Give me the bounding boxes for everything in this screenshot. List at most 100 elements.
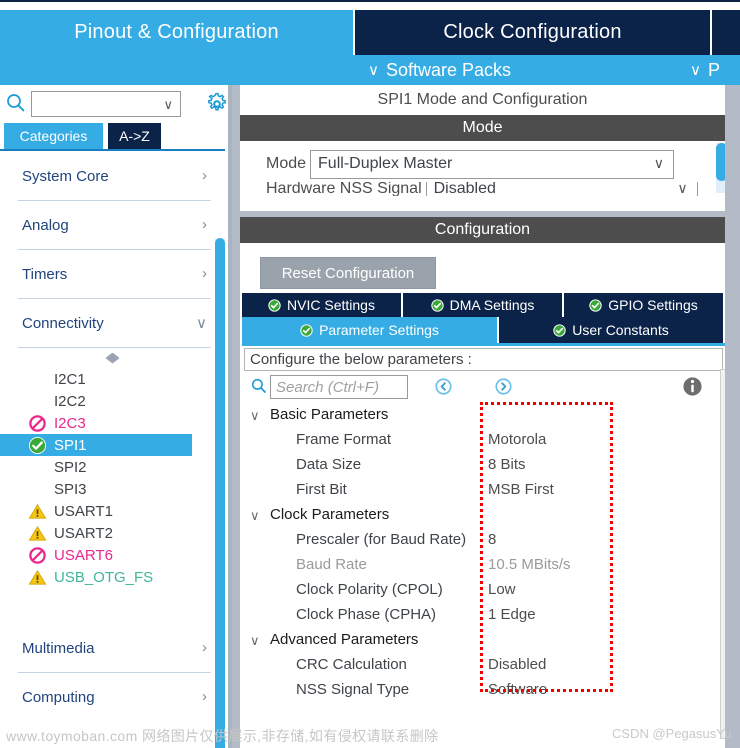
tab-nvic-settings[interactable]: NVIC Settings: [242, 293, 403, 317]
collapse-all-icon[interactable]: [434, 377, 453, 396]
param-nss-signal-type-label: NSS Signal Type: [296, 681, 410, 698]
tab-user-constants-label: User Constants: [572, 322, 669, 338]
tab-parameter-settings[interactable]: Parameter Settings: [242, 317, 499, 343]
ip-item-usb-otg-fs-label: USB_OTG_FS: [54, 568, 154, 586]
category-connectivity[interactable]: Connectivity ∨: [0, 299, 225, 347]
left-panel-scroll-thumb[interactable]: [215, 238, 225, 748]
tab-categories[interactable]: Categories: [4, 123, 103, 149]
chevron-right-icon-analog: ›: [202, 216, 207, 233]
tab-parameter-settings-label: Parameter Settings: [319, 322, 439, 338]
chevron-down-icon-2: ∨: [690, 61, 701, 79]
gear-icon[interactable]: [205, 92, 229, 116]
mode-panel-title: SPI1 Mode and Configuration: [377, 91, 588, 108]
nss-select-value: Disabled: [433, 182, 496, 196]
ip-item-spi1[interactable]: SPI1: [0, 434, 192, 456]
tab-dma-settings[interactable]: DMA Settings: [403, 293, 564, 317]
stm32cubemx-window: Pinout & Configuration Clock Configurati…: [0, 0, 740, 748]
search-icon: [7, 94, 25, 112]
chevron-down-icon-connectivity: ∨: [196, 315, 207, 332]
configure-note: Configure the below parameters :: [244, 348, 723, 371]
category-timers[interactable]: Timers ›: [0, 250, 225, 298]
ip-item-i2c1[interactable]: I2C1: [0, 368, 225, 390]
ip-item-i2c2-label: I2C2: [54, 392, 86, 410]
tab-nvic-settings-label: NVIC Settings: [287, 297, 375, 313]
ip-item-i2c1-label: I2C1: [54, 370, 86, 388]
category-tab-bar: Categories A->Z: [0, 123, 232, 149]
category-multimedia[interactable]: Multimedia ›: [0, 624, 225, 672]
chevron-right-icon-multimedia: ›: [202, 639, 207, 656]
category-tab-underline: [0, 149, 225, 151]
chevron-down-icon-basic: ∨: [250, 408, 260, 423]
tab-clock-configuration[interactable]: Clock Configuration: [355, 10, 710, 55]
annotation-highlight-box: [480, 402, 613, 692]
category-connectivity-label: Connectivity: [22, 314, 104, 332]
param-cpol-label: Clock Polarity (CPOL): [296, 581, 443, 598]
ip-item-spi3[interactable]: SPI3: [0, 478, 225, 500]
top-divider-line: [0, 0, 740, 2]
ip-item-i2c3-label: I2C3: [54, 414, 86, 432]
reset-configuration-button[interactable]: Reset Configuration: [260, 257, 436, 289]
configuration-panel: Configuration Reset Configuration NVIC S…: [240, 217, 725, 748]
tab-third-partial[interactable]: [712, 10, 740, 55]
ip-item-spi1-label: SPI1: [54, 436, 87, 454]
ip-item-usart2[interactable]: USART2: [0, 522, 225, 544]
ip-item-i2c2[interactable]: I2C2: [0, 390, 225, 412]
nss-field-row: Hardware NSS Signal Disabled ∨: [240, 182, 725, 196]
chevron-down-icon-advanced: ∨: [250, 633, 260, 648]
tab-categories-label: Categories: [19, 128, 88, 144]
chevron-down-icon-search: ∨: [163, 97, 173, 112]
tab-pinout-label: Pinout & Configuration: [74, 21, 279, 43]
tab-pinout-configuration[interactable]: Pinout & Configuration: [0, 10, 353, 55]
software-packs-bar: ∨ Software Packs ∨ P: [0, 55, 740, 85]
mode-select[interactable]: Full-Duplex Master ∨: [310, 149, 675, 179]
pinout-menu[interactable]: ∨ P: [690, 55, 720, 85]
ip-search-combobox[interactable]: ∨: [31, 91, 181, 117]
category-multimedia-label: Multimedia: [22, 639, 95, 657]
tab-divider-2: [710, 10, 712, 55]
nss-select[interactable]: Disabled ∨: [425, 182, 698, 196]
tab-a-to-z[interactable]: A->Z: [108, 123, 161, 149]
mode-section-header: Mode: [240, 115, 725, 141]
category-computing-label: Computing: [22, 688, 95, 706]
ip-item-spi2-label: SPI2: [54, 458, 87, 476]
tab-gpio-settings-label: GPIO Settings: [608, 297, 698, 313]
chevron-down-icon-mode: ∨: [653, 154, 665, 171]
tab-user-constants[interactable]: User Constants: [499, 317, 723, 343]
param-data-size-label: Data Size: [296, 456, 362, 473]
warning-icon-usb: [28, 569, 47, 585]
ip-item-usart6-label: USART6: [54, 546, 113, 564]
mode-field-label: Mode: [266, 155, 307, 172]
ip-item-usart6[interactable]: USART6: [0, 544, 225, 566]
info-icon[interactable]: [682, 376, 703, 397]
software-packs-menu[interactable]: ∨ Software Packs: [368, 55, 511, 85]
collapse-handle[interactable]: [0, 348, 225, 368]
tab-gpio-settings[interactable]: GPIO Settings: [564, 293, 723, 317]
param-baud-rate-label: Baud Rate: [296, 556, 367, 573]
parameter-tree: ∨ Basic Parameters Frame Format Motorola…: [240, 402, 723, 702]
ip-item-spi3-label: SPI3: [54, 480, 87, 498]
parameter-search-input[interactable]: Search (Ctrl+F): [270, 375, 408, 399]
tab-clock-label: Clock Configuration: [443, 21, 622, 43]
category-analog[interactable]: Analog ›: [0, 201, 225, 249]
ip-item-usb-otg-fs[interactable]: USB_OTG_FS: [0, 566, 225, 588]
ip-item-usart1[interactable]: USART1: [0, 500, 225, 522]
parameter-search-row: Search (Ctrl+F): [244, 373, 723, 401]
chevron-right-icon-timers: ›: [202, 265, 207, 282]
watermark-right: CSDN @PegasusYu: [612, 726, 732, 741]
category-system-core[interactable]: System Core ›: [0, 152, 225, 200]
param-first-bit-label: First Bit: [296, 481, 347, 498]
expand-all-icon[interactable]: [494, 377, 513, 396]
category-analog-label: Analog: [22, 216, 69, 234]
ip-tree-panel: ∨ Categories A->Z System Core › Analog ›…: [0, 85, 232, 748]
tab-divider-1: [353, 10, 355, 55]
ip-item-spi2[interactable]: SPI2: [0, 456, 225, 478]
mode-panel: SPI1 Mode and Configuration Mode Mode Fu…: [240, 85, 727, 213]
tab-a-to-z-label: A->Z: [119, 128, 150, 144]
ip-item-usart2-label: USART2: [54, 524, 113, 542]
category-computing[interactable]: Computing ›: [0, 673, 225, 721]
left-panel-scrollbar[interactable]: [215, 238, 225, 748]
vertical-splitter-gutter: [232, 85, 240, 748]
ip-item-i2c3[interactable]: I2C3: [0, 412, 225, 434]
tab-dma-settings-label: DMA Settings: [449, 297, 535, 313]
chevron-right-icon-system-core: ›: [202, 167, 207, 184]
